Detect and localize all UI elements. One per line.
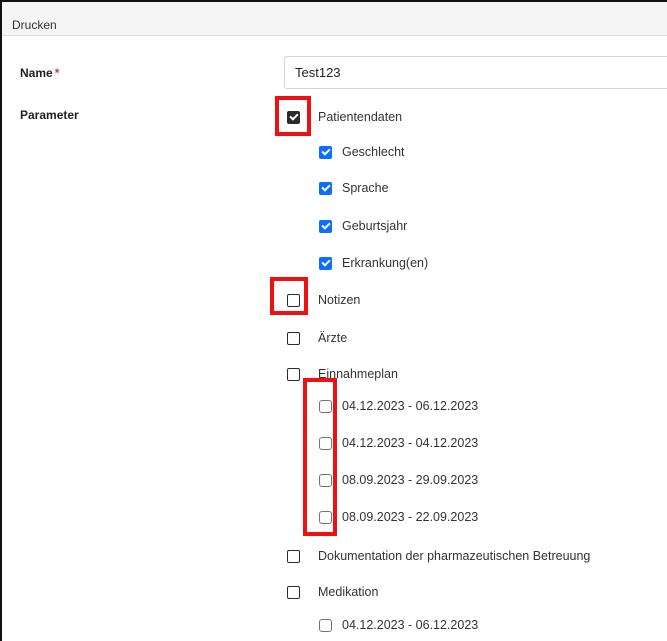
dialog-frame (0, 0, 667, 641)
param-dokumentation[interactable]: Dokumentation der pharmazeutischen Betre… (287, 548, 590, 564)
geschlecht-checkbox[interactable] (319, 145, 332, 159)
sprache-checkbox[interactable] (319, 181, 332, 195)
param-erkrankungen[interactable]: Erkrankung(en) (319, 255, 428, 271)
highlight-box-patientendaten (275, 96, 311, 136)
sprache-label: Sprache (342, 181, 389, 195)
medikation-checkbox[interactable] (287, 585, 300, 599)
param-geschlecht[interactable]: Geschlecht (319, 144, 405, 160)
einnahmeplan-range[interactable]: 08.09.2023 - 22.09.2023 (319, 509, 478, 525)
geburtsjahr-checkbox[interactable] (319, 219, 332, 233)
einnahmeplan-range[interactable]: 08.09.2023 - 29.09.2023 (319, 472, 478, 488)
einnahmeplan-range[interactable]: 04.12.2023 - 04.12.2023 (319, 435, 478, 451)
param-medikation[interactable]: Medikation (287, 584, 378, 600)
geburtsjahr-label: Geburtsjahr (342, 219, 408, 233)
medikation-range-checkbox[interactable] (319, 618, 332, 632)
patientendaten-label: Patientendaten (318, 110, 403, 124)
einnahmeplan-range-label: 08.09.2023 - 22.09.2023 (342, 510, 479, 524)
dokumentation-label: Dokumentation der pharmazeutischen Betre… (318, 549, 591, 563)
einnahmeplan-range-label: 04.12.2023 - 06.12.2023 (342, 399, 479, 413)
param-aerzte[interactable]: Ärzte (287, 330, 347, 346)
highlight-box-einnahmeplan-ranges (303, 378, 337, 536)
name-input[interactable] (284, 56, 667, 89)
einnahmeplan-range-label: 08.09.2023 - 29.09.2023 (342, 473, 479, 487)
erkrankungen-checkbox[interactable] (319, 256, 332, 270)
einnahmeplan-checkbox[interactable] (287, 367, 300, 381)
param-geburtsjahr[interactable]: Geburtsjahr (319, 218, 407, 234)
name-label: Name * (20, 66, 59, 80)
parameter-label: Parameter (20, 108, 79, 122)
notizen-label: Notizen (318, 293, 361, 307)
name-label-text: Name (20, 66, 53, 80)
dokumentation-checkbox[interactable] (287, 549, 300, 563)
param-sprache[interactable]: Sprache (319, 180, 389, 196)
medikation-range-label: 04.12.2023 - 06.12.2023 (342, 618, 479, 632)
geschlecht-label: Geschlecht (342, 145, 405, 159)
erkrankungen-label: Erkrankung(en) (342, 256, 429, 270)
einnahmeplan-range[interactable]: 04.12.2023 - 06.12.2023 (319, 398, 478, 414)
aerzte-label: Ärzte (318, 331, 348, 345)
einnahmeplan-range-label: 04.12.2023 - 04.12.2023 (342, 436, 479, 450)
highlight-box-notizen (270, 277, 308, 315)
medikation-label: Medikation (318, 585, 379, 599)
medikation-range[interactable]: 04.12.2023 - 06.12.2023 (319, 617, 478, 633)
dialog-header: Drucken (2, 2, 667, 36)
aerzte-checkbox[interactable] (287, 331, 300, 345)
required-mark: * (54, 66, 60, 80)
dialog-title: Drucken (12, 18, 57, 32)
